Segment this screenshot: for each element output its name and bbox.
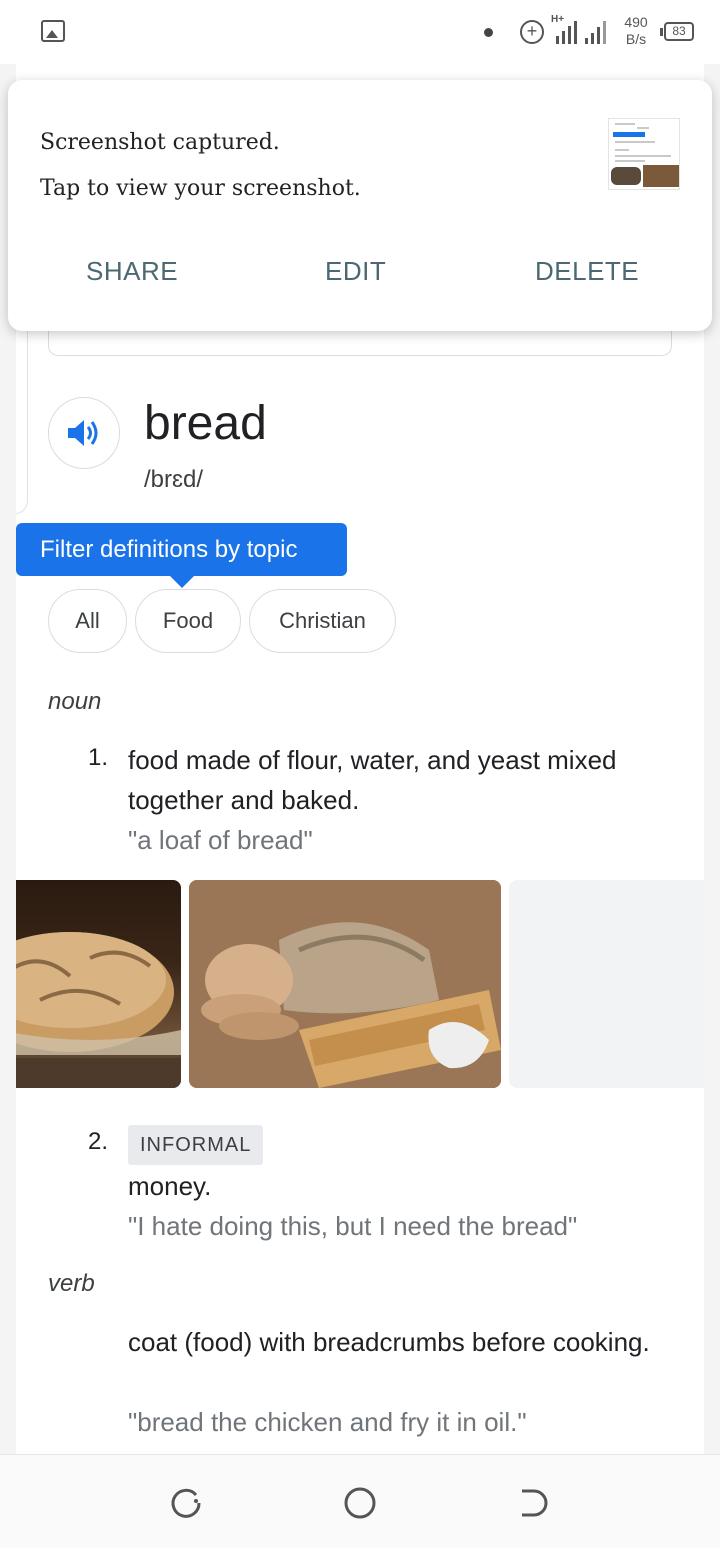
definition-number: 1. xyxy=(88,744,109,771)
notification-title: Screenshot captured. xyxy=(40,130,280,155)
sliced-bread-image[interactable] xyxy=(189,880,501,1088)
recents-button[interactable] xyxy=(168,1485,204,1521)
network-speed-unit: B/s xyxy=(625,31,647,47)
recents-icon xyxy=(171,1488,201,1518)
share-button[interactable]: SHARE xyxy=(86,256,178,287)
topic-chip-food[interactable]: Food xyxy=(135,589,241,653)
topic-chip-all[interactable]: All xyxy=(48,589,127,653)
bread-loaf-image[interactable] xyxy=(16,880,181,1088)
definition-example: "bread the chicken and fry it in oil." xyxy=(128,1407,527,1437)
screenshot-notification[interactable]: Screenshot captured. Tap to view your sc… xyxy=(8,80,712,331)
back-icon xyxy=(522,1489,548,1517)
phonetic: /brɛd/ xyxy=(144,466,204,493)
image-icon xyxy=(41,20,65,42)
definition-text: money. xyxy=(128,1171,212,1201)
navigation-bar xyxy=(0,1454,720,1548)
signal-icon xyxy=(556,18,577,44)
back-button[interactable] xyxy=(516,1485,552,1521)
signal-icon xyxy=(585,18,606,44)
notification-subtitle: Tap to view your screenshot. xyxy=(40,176,361,201)
network-speed: 490 B/s xyxy=(616,14,656,48)
headword: bread xyxy=(144,397,267,450)
definition-text: coat (food) with breadcrumbs before cook… xyxy=(128,1327,650,1357)
edit-button[interactable]: EDIT xyxy=(325,256,386,287)
definition-text: food made of flour, water, and yeast mix… xyxy=(128,745,617,815)
status-bar: + H+ 490 B/s 83 xyxy=(0,0,720,64)
side-panel-edge xyxy=(16,304,28,514)
screenshot-thumbnail[interactable] xyxy=(608,118,680,190)
network-speed-value: 490 xyxy=(624,14,648,30)
definition-number: 2. xyxy=(88,1128,109,1155)
register-badge: INFORMAL xyxy=(128,1125,264,1165)
pronunciation-button[interactable] xyxy=(48,397,120,469)
definition-example: "a loaf of bread" xyxy=(128,825,313,855)
plus-circle-icon: + xyxy=(520,20,544,44)
topic-chip-christian[interactable]: Christian xyxy=(249,589,396,653)
delete-button[interactable]: DELETE xyxy=(535,256,639,287)
home-icon xyxy=(344,1487,376,1519)
definition-example: "I hate doing this, but I need the bread… xyxy=(128,1211,578,1241)
home-button[interactable] xyxy=(342,1485,378,1521)
part-of-speech-verb: verb xyxy=(48,1270,95,1297)
part-of-speech-noun: noun xyxy=(48,688,102,715)
filter-tooltip: Filter definitions by topic xyxy=(16,523,347,588)
speaker-icon xyxy=(68,420,98,446)
dot-icon xyxy=(484,28,493,37)
image-placeholder[interactable] xyxy=(509,880,704,1088)
battery-icon: 83 xyxy=(660,22,694,41)
